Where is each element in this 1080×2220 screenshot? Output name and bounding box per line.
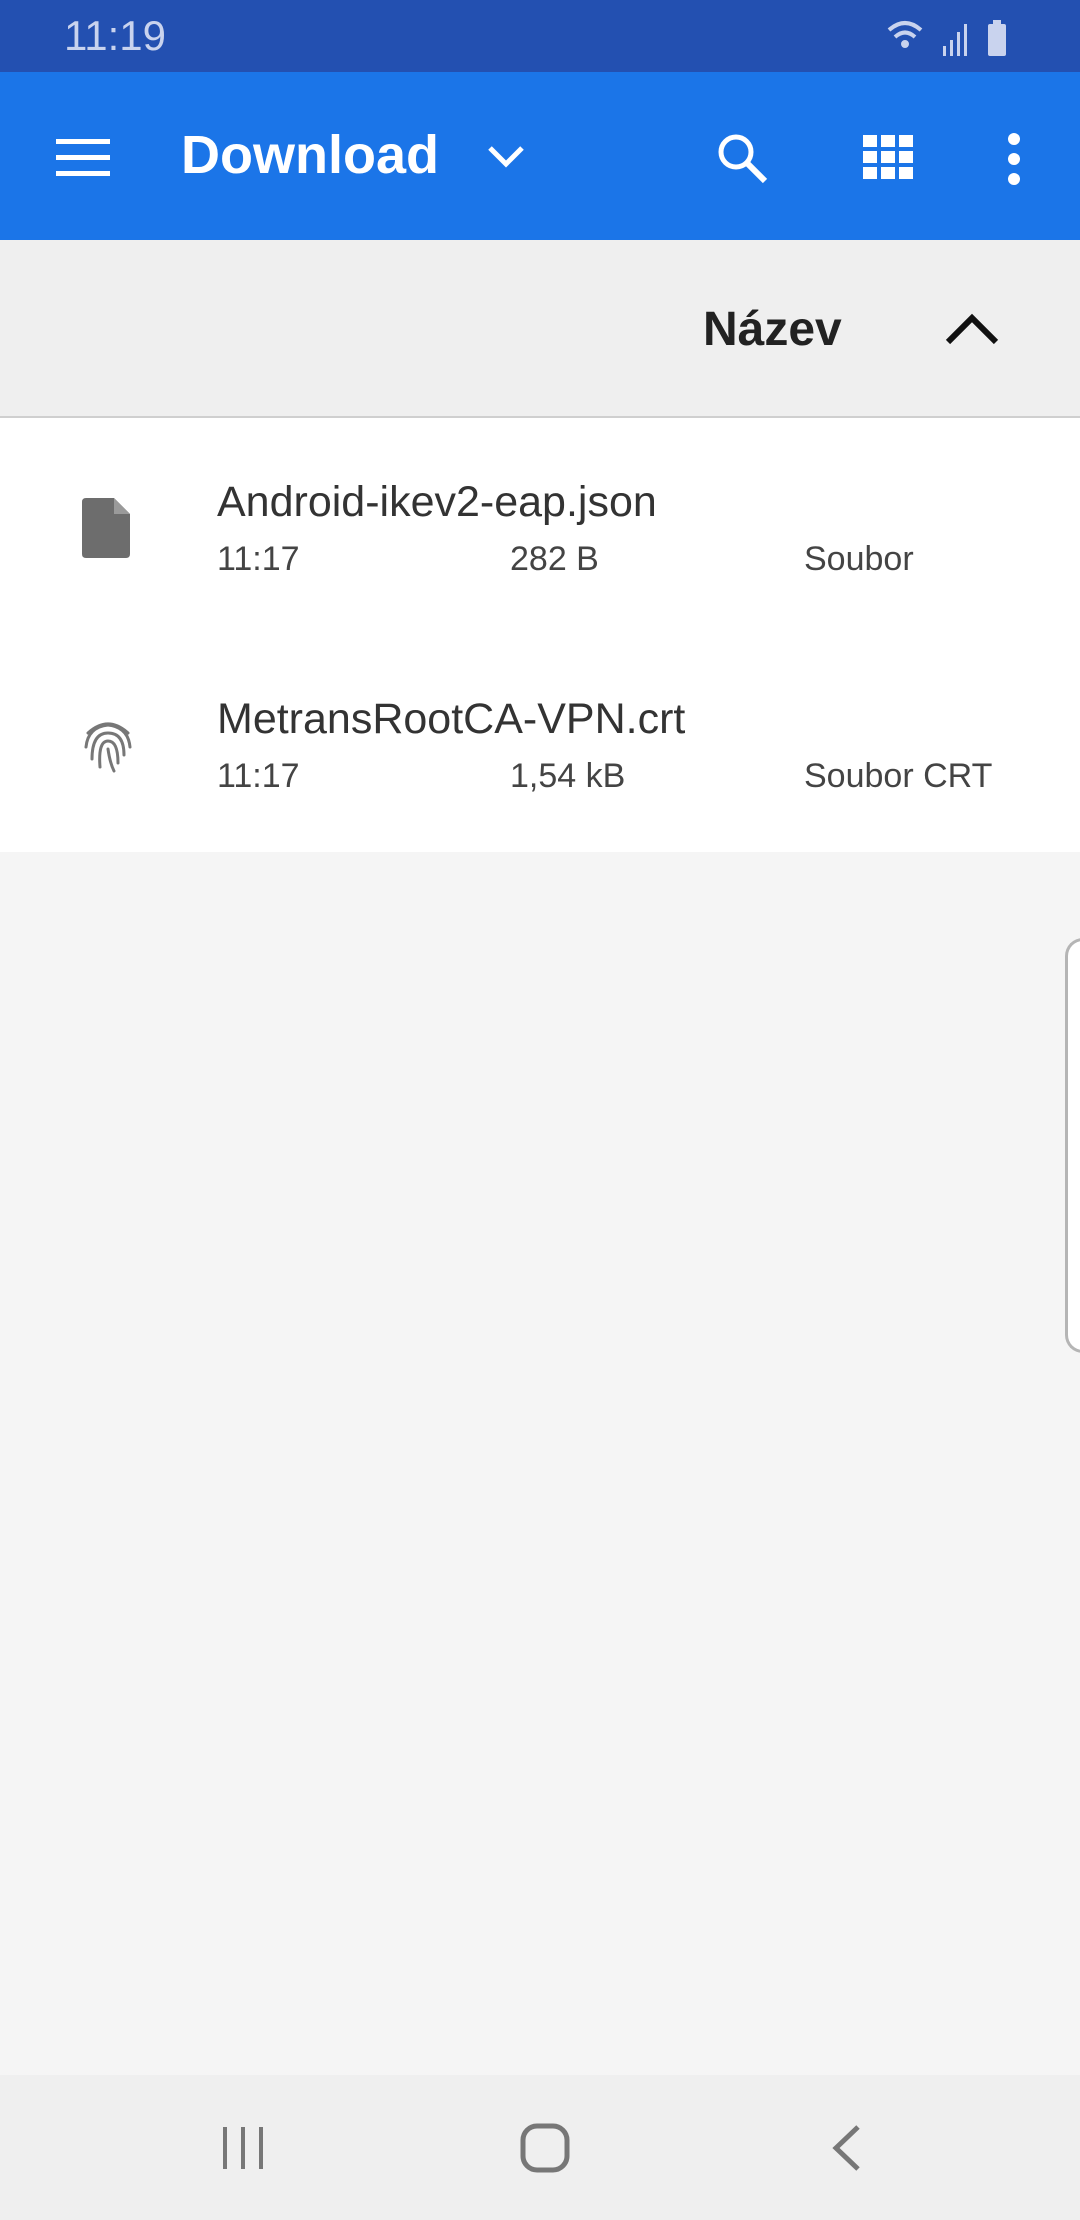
- file-icon: [82, 498, 130, 558]
- more-vert-icon[interactable]: [1002, 132, 1026, 186]
- file-row[interactable]: MetransRootCA-VPN.crt 11:17 1,54 kB Soub…: [0, 635, 1080, 852]
- file-type: Soubor: [804, 540, 914, 578]
- status-time: 11:19: [64, 12, 166, 59]
- status-bar: 11:19: [0, 0, 1080, 72]
- signal-icon: [943, 24, 967, 56]
- file-type: Soubor CRT: [804, 757, 993, 795]
- folder-title[interactable]: Download: [181, 124, 439, 186]
- home-icon[interactable]: [520, 2123, 570, 2173]
- file-name: MetransRootCA-VPN.crt: [217, 695, 686, 743]
- edge-panel-handle[interactable]: [1065, 938, 1080, 1353]
- file-time: 11:17: [217, 540, 300, 578]
- sort-label[interactable]: Název: [703, 302, 842, 357]
- status-icons: [887, 20, 1006, 56]
- menu-icon[interactable]: [56, 137, 112, 177]
- search-icon[interactable]: [712, 128, 772, 188]
- battery-icon: [988, 20, 1006, 56]
- chevron-down-icon[interactable]: [486, 142, 526, 172]
- file-row[interactable]: Android-ikev2-eap.json 11:17 282 B Soubo…: [0, 418, 1080, 635]
- recent-apps-icon[interactable]: [220, 2125, 266, 2171]
- fingerprint-icon: [84, 722, 132, 773]
- app-bar: Download: [0, 72, 1080, 240]
- file-time: 11:17: [217, 757, 300, 795]
- wifi-icon: [887, 21, 923, 48]
- chevron-up-icon[interactable]: [944, 312, 1000, 346]
- file-list: Android-ikev2-eap.json 11:17 282 B Soubo…: [0, 418, 1080, 852]
- navigation-bar: [0, 2075, 1080, 2220]
- sort-bar[interactable]: Název: [0, 240, 1080, 418]
- grid-view-icon[interactable]: [863, 135, 917, 181]
- back-icon[interactable]: [828, 2125, 868, 2171]
- file-name: Android-ikev2-eap.json: [217, 478, 657, 526]
- file-size: 282 B: [510, 540, 599, 578]
- file-size: 1,54 kB: [510, 757, 626, 795]
